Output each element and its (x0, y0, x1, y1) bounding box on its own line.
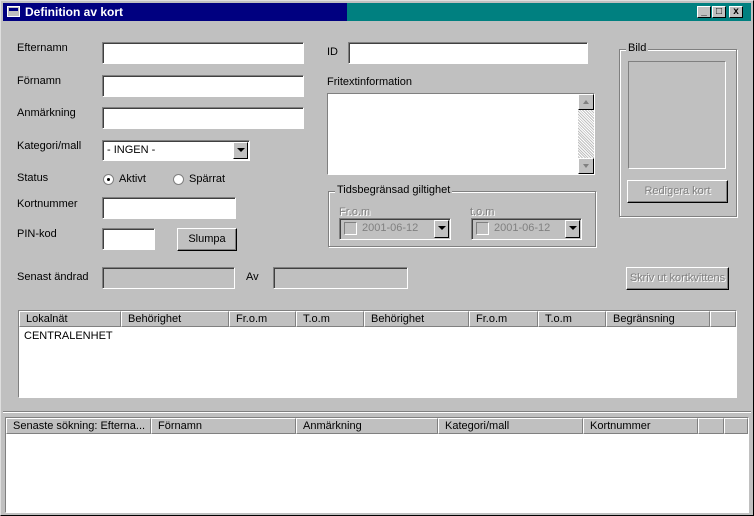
access-table-header: Lokalnät Behörighet Fr.o.m T.o.m Behörig… (19, 311, 736, 327)
fritext-label: Fritextinformation (327, 76, 412, 88)
anmarkning-label: Anmärkning (17, 107, 76, 119)
access-col-behorighet[interactable]: Behörighet (121, 311, 229, 327)
validity-to-value: 2001-06-12 (494, 222, 551, 234)
scroll-up-icon[interactable] (578, 94, 594, 110)
definition-window: Definition av kort _ □ x Efternamn Förna… (0, 0, 754, 516)
senast-andrad-field (102, 267, 235, 289)
validity-from-value: 2001-06-12 (362, 222, 419, 234)
search-table-header: Senaste sökning: Efterna... Förnamn Anmä… (6, 418, 748, 434)
access-col-begransning[interactable]: Begränsning (606, 311, 710, 327)
access-col-tom-2[interactable]: T.o.m (538, 311, 606, 327)
anmarkning-field[interactable] (102, 107, 304, 129)
efternamn-field[interactable] (102, 42, 304, 64)
chevron-down-icon[interactable] (565, 220, 580, 238)
validity-to-label: t.o.m (470, 206, 495, 218)
access-table[interactable]: Lokalnät Behörighet Fr.o.m T.o.m Behörig… (18, 310, 737, 398)
search-col-kortnummer[interactable]: Kortnummer (583, 418, 698, 434)
fornamn-label: Förnamn (17, 75, 62, 87)
av-field (273, 267, 408, 289)
access-col-from-2[interactable]: Fr.o.m (469, 311, 538, 327)
pinkod-label: PIN-kod (17, 228, 57, 240)
slumpa-button[interactable]: Slumpa (177, 228, 237, 251)
edit-card-button[interactable]: Redigera kort (627, 180, 728, 203)
search-col-extra[interactable] (698, 418, 724, 434)
search-col-kategori[interactable]: Kategori/mall (438, 418, 583, 434)
validity-title: Tidsbegränsad giltighet (335, 184, 453, 196)
kortnummer-label: Kortnummer (17, 198, 78, 210)
fornamn-field[interactable] (102, 75, 304, 97)
search-results-table[interactable]: Senaste sökning: Efterna... Förnamn Anmä… (5, 417, 749, 513)
close-button[interactable]: x (729, 6, 743, 18)
efternamn-label: Efternamn (17, 42, 68, 54)
search-col-efternamn[interactable]: Senaste sökning: Efterna... (6, 418, 151, 434)
window-icon[interactable] (7, 6, 20, 17)
search-col-fornamn[interactable]: Förnamn (151, 418, 296, 434)
fritext-textarea[interactable] (327, 93, 595, 175)
maximize-button[interactable]: □ (712, 6, 726, 18)
av-label: Av (246, 271, 259, 283)
validity-from-date[interactable]: 2001-06-12 (339, 218, 451, 240)
chevron-down-icon[interactable] (233, 142, 248, 159)
validity-to-checkbox[interactable] (476, 222, 489, 235)
minimize-button[interactable]: _ (697, 6, 711, 18)
access-col-from[interactable]: Fr.o.m (229, 311, 296, 327)
splitter[interactable] (3, 411, 751, 413)
kortnummer-field[interactable] (102, 197, 236, 219)
status-label: Status (17, 172, 49, 184)
validity-from-label: Fr.o.m (339, 206, 371, 218)
status-aktivt-radio[interactable] (103, 174, 114, 185)
status-sparrat-radio[interactable] (173, 174, 184, 185)
window-title: Definition av kort (25, 5, 124, 19)
print-receipt-button[interactable]: Skriv ut kortkvittens (626, 267, 729, 290)
kategori-label: Kategori/mall (17, 140, 82, 152)
kategori-value: - INGEN - (107, 144, 156, 156)
status-aktivt-label: Aktivt (119, 173, 146, 185)
id-field[interactable] (348, 42, 588, 64)
status-sparrat-label: Spärrat (189, 173, 226, 185)
fritext-scrollbar[interactable] (578, 94, 594, 174)
senast-andrad-label: Senast ändrad (17, 271, 89, 283)
pinkod-field[interactable] (102, 228, 155, 250)
table-row[interactable]: CENTRALENHET (24, 330, 113, 342)
validity-from-checkbox[interactable] (344, 222, 357, 235)
kategori-dropdown[interactable]: - INGEN - (102, 140, 250, 161)
access-col-lokalnat[interactable]: Lokalnät (19, 311, 121, 327)
access-col-tom[interactable]: T.o.m (296, 311, 364, 327)
search-col-anmarkning[interactable]: Anmärkning (296, 418, 438, 434)
title-bar[interactable]: Definition av kort _ □ x (3, 3, 751, 21)
scroll-down-icon[interactable] (578, 158, 594, 174)
access-col-filler (710, 311, 736, 327)
search-col-extra-2[interactable] (724, 418, 748, 434)
validity-to-date[interactable]: 2001-06-12 (471, 218, 582, 240)
chevron-down-icon[interactable] (434, 220, 449, 238)
id-label: ID (327, 46, 338, 58)
access-col-behorighet-2[interactable]: Behörighet (364, 311, 469, 327)
picture-frame (628, 61, 726, 169)
picture-title: Bild (626, 42, 649, 54)
